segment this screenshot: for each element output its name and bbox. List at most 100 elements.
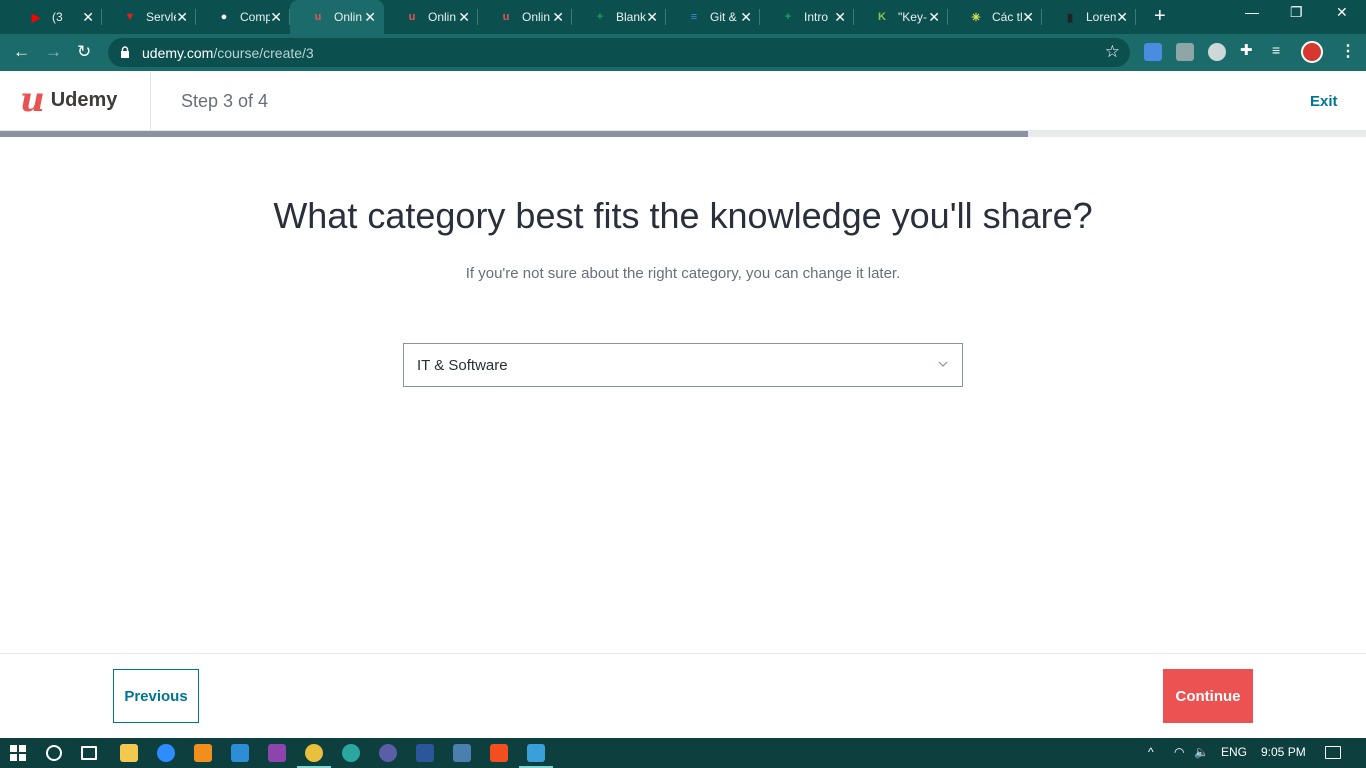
course-create-header: u Udemy Step 3 of 4 Exit xyxy=(0,71,1366,131)
app-icon[interactable] xyxy=(453,744,471,762)
teamviewer-icon[interactable] xyxy=(157,744,175,762)
new-tab-button[interactable]: + xyxy=(1154,5,1166,28)
browser-tab[interactable]: u Onlin ✕ xyxy=(384,0,478,34)
language-indicator[interactable]: ENG xyxy=(1221,745,1247,759)
browser-tab[interactable]: + Intro ✕ xyxy=(760,0,854,34)
volume-icon[interactable]: 🔈 xyxy=(1194,745,1209,759)
close-tab-icon[interactable]: ✕ xyxy=(364,9,376,25)
sheets-icon: + xyxy=(596,11,604,23)
close-tab-icon[interactable]: ✕ xyxy=(82,9,94,25)
tab-title: "Key- xyxy=(898,10,927,24)
category-selected-value: IT & Software xyxy=(417,357,508,374)
back-icon[interactable]: ← xyxy=(13,42,30,62)
tab-title: Comp xyxy=(240,10,270,24)
previous-button[interactable]: Previous xyxy=(113,669,199,723)
udemy-logo-icon: u xyxy=(20,80,45,120)
app-icon[interactable] xyxy=(379,744,397,762)
edge-icon[interactable] xyxy=(342,744,360,762)
extension-icon[interactable] xyxy=(1208,43,1226,61)
task-view-icon[interactable] xyxy=(81,746,97,760)
tv-icon: ▼ xyxy=(124,11,136,23)
pocket-extension-icon[interactable] xyxy=(1144,43,1162,61)
footer-divider xyxy=(0,653,1366,654)
address-bar[interactable]: udemy.com/course/create/3 ☆ xyxy=(108,38,1130,67)
word-icon[interactable] xyxy=(416,744,434,762)
close-tab-icon[interactable]: ✕ xyxy=(552,9,564,25)
browser-tab[interactable]: ▶ (3 ✕ xyxy=(8,0,102,34)
page-question: What category best fits the knowledge yo… xyxy=(273,195,1093,236)
close-tab-icon[interactable]: ✕ xyxy=(176,9,188,25)
logo-wordmark: Udemy xyxy=(50,88,118,111)
close-window-icon[interactable]: ✕ xyxy=(1336,4,1348,21)
tab-title: Onlin xyxy=(522,10,551,24)
tab-title: Onlin xyxy=(428,10,457,24)
browser-tab[interactable]: ≡ Git & ✕ xyxy=(666,0,760,34)
windows-start-icon[interactable] xyxy=(10,745,26,761)
forward-icon[interactable]: → xyxy=(45,42,62,62)
browser-toolbar: ← → ↻ udemy.com/course/create/3 ☆ ✚ ≡ xyxy=(0,34,1366,71)
close-tab-icon[interactable]: ✕ xyxy=(928,9,940,25)
continue-button[interactable]: Continue xyxy=(1163,669,1253,723)
chevron-up-icon[interactable]: ^ xyxy=(1148,745,1154,759)
minimize-icon[interactable]: — xyxy=(1245,4,1259,20)
youtube-icon: ▶ xyxy=(31,11,41,24)
photos-icon[interactable] xyxy=(527,744,545,762)
chrome-icon[interactable] xyxy=(305,744,323,762)
close-tab-icon[interactable]: ✕ xyxy=(270,9,282,25)
restore-icon[interactable]: ❐ xyxy=(1290,4,1303,21)
browser-tab[interactable]: + Blank ✕ xyxy=(572,0,666,34)
k-icon: K xyxy=(878,11,886,23)
reload-icon[interactable]: ↻ xyxy=(77,42,91,62)
page-hint: If you're not sure about the right categ… xyxy=(465,265,901,282)
close-tab-icon[interactable]: ✕ xyxy=(740,9,752,25)
sheets-icon: + xyxy=(784,11,792,23)
udemy-icon: u xyxy=(314,11,322,23)
url-text: udemy.com/course/create/3 xyxy=(142,45,314,61)
bookmark-star-icon[interactable]: ☆ xyxy=(1105,42,1120,62)
tab-title: Onlin xyxy=(334,10,363,24)
browser-tab-strip: ▶(3✕▼Servle✕●Comp✕uOnlin✕uOnlin✕uOnlin✕+… xyxy=(0,0,1366,34)
tab-separator xyxy=(1135,9,1136,25)
puzzle-extensions-icon[interactable]: ✚ xyxy=(1240,41,1258,59)
loading-icon: ✳ xyxy=(971,11,981,24)
browser-tab[interactable]: ✳ Các tl ✕ xyxy=(948,0,1042,34)
udemy-icon: u xyxy=(502,11,510,23)
exit-link[interactable]: Exit xyxy=(1310,93,1338,110)
header-divider xyxy=(150,71,151,131)
tab-title: Blank xyxy=(616,10,646,24)
file-explorer-icon[interactable] xyxy=(120,744,138,762)
notifications-icon[interactable] xyxy=(1325,746,1341,759)
browser-tab[interactable]: K "Key- ✕ xyxy=(854,0,948,34)
progress-bar-fill xyxy=(0,131,1028,137)
media-control-icon[interactable]: ≡ xyxy=(1272,42,1290,60)
figma-icon[interactable] xyxy=(490,744,508,762)
udemy-icon: u xyxy=(408,11,416,23)
search-icon[interactable] xyxy=(46,745,62,761)
category-select[interactable]: IT & Software xyxy=(403,343,963,387)
profile-avatar[interactable] xyxy=(1301,41,1323,63)
document-icon: ▮ xyxy=(1066,11,1074,24)
sublime-text-icon[interactable] xyxy=(194,744,212,762)
close-tab-icon[interactable]: ✕ xyxy=(458,9,470,25)
onenote-icon[interactable] xyxy=(268,744,286,762)
browser-tab[interactable]: u Onlin ✕ xyxy=(478,0,572,34)
browser-tab[interactable]: ▼ Servle✕ xyxy=(102,0,196,34)
tab-title: Git & xyxy=(710,10,737,24)
close-tab-icon[interactable]: ✕ xyxy=(1022,9,1034,25)
docs-icon: ≡ xyxy=(690,11,698,23)
github-icon: ● xyxy=(220,11,228,23)
close-tab-icon[interactable]: ✕ xyxy=(834,9,846,25)
tab-title: Intro xyxy=(804,10,829,24)
clock[interactable]: 9:05 PM xyxy=(1261,745,1306,759)
close-tab-icon[interactable]: ✕ xyxy=(646,9,658,25)
browser-menu-icon[interactable]: ⋮ xyxy=(1340,41,1356,61)
browser-tab[interactable]: u Onlin ✕ xyxy=(290,0,384,34)
browser-tab[interactable]: ● Comp ✕ xyxy=(196,0,290,34)
mail-extension-icon[interactable] xyxy=(1176,43,1194,61)
wifi-icon[interactable]: ◠ xyxy=(1174,745,1184,759)
udemy-logo[interactable]: u Udemy xyxy=(20,80,118,120)
step-indicator: Step 3 of 4 xyxy=(181,91,269,111)
vscode-icon[interactable] xyxy=(231,744,249,762)
close-tab-icon[interactable]: ✕ xyxy=(1116,9,1128,25)
browser-tab[interactable]: ▮ Lorem ✕ xyxy=(1042,0,1136,34)
